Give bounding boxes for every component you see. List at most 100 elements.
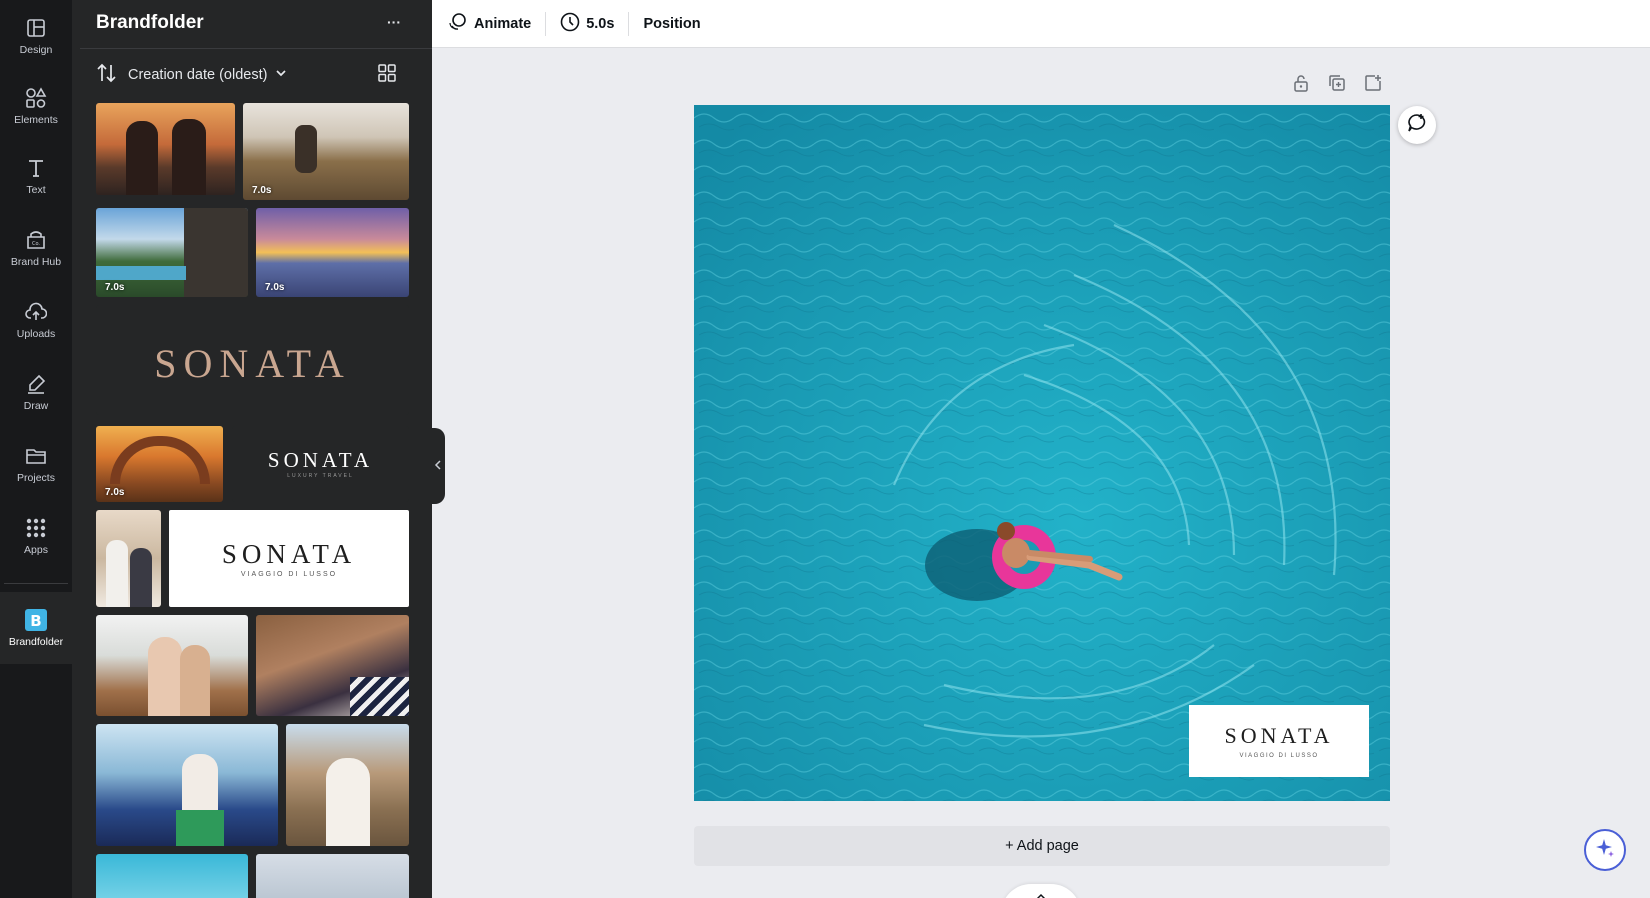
duration-badge: 7.0s: [252, 185, 272, 196]
page-tools: [1290, 74, 1384, 96]
position-button[interactable]: Position: [629, 8, 714, 40]
sort-icon: [96, 62, 118, 89]
expand-pages-button[interactable]: [1001, 884, 1081, 898]
duration-label: 5.0s: [586, 15, 615, 32]
left-rail: Design Elements Text Co. Brand Hub Uploa…: [0, 0, 72, 898]
collapse-panel-button[interactable]: [430, 428, 445, 504]
sort-dropdown[interactable]: Creation date (oldest): [96, 60, 287, 90]
brandfolder-panel: Brandfolder ··· Creation date (oldest) 7…: [72, 0, 432, 898]
folder-icon: [24, 444, 48, 468]
video-thumbnail-runner[interactable]: 7.0s: [243, 103, 409, 200]
sort-label: Creation date (oldest): [128, 67, 268, 83]
rail-item-brand-hub[interactable]: Co. Brand Hub: [0, 214, 72, 282]
uploads-icon: [24, 300, 48, 324]
position-label: Position: [643, 15, 701, 32]
rail-label: Design: [19, 44, 53, 56]
logo-text: SONATA: [267, 448, 374, 472]
woman: [326, 758, 370, 846]
more-icon: ···: [387, 14, 401, 30]
rail-item-uploads[interactable]: Uploads: [0, 286, 72, 354]
silhouette: [172, 119, 206, 195]
svg-text:Co.: Co.: [32, 241, 40, 247]
thumbnail-women-laughing[interactable]: [96, 615, 248, 716]
video-thumbnail-beach-sunset[interactable]: 7.0s: [256, 208, 409, 297]
rail-divider: [4, 583, 68, 584]
chevron-down-icon: [275, 66, 287, 84]
runner-legs: [295, 125, 317, 173]
rail-item-brandfolder[interactable]: B Brandfolder: [0, 592, 72, 664]
green-skirt: [176, 810, 224, 846]
rail-item-projects[interactable]: Projects: [0, 430, 72, 498]
brand-hub-icon: Co.: [24, 228, 48, 252]
duration-badge: 7.0s: [265, 282, 285, 293]
thumbnail-pool-couple[interactable]: [96, 854, 248, 898]
pool-photo: [694, 105, 1390, 801]
rock-arch: [110, 436, 210, 484]
duplicate-page-button[interactable]: [1326, 74, 1348, 96]
thumbnail-florence-view[interactable]: [286, 724, 409, 846]
panel-divider: [80, 48, 432, 49]
lock-page-button[interactable]: [1290, 74, 1312, 96]
person: [148, 637, 182, 716]
magic-assistant-button[interactable]: [1584, 829, 1626, 871]
rail-item-apps[interactable]: Apps: [0, 502, 72, 570]
animate-icon: [448, 12, 474, 36]
video-thumbnail-arch[interactable]: 7.0s: [96, 426, 223, 502]
logo-sonata-gold[interactable]: SONATA: [96, 305, 409, 415]
apps-icon: [24, 516, 48, 540]
rail-item-draw[interactable]: Draw: [0, 358, 72, 426]
chevron-left-icon: [434, 457, 442, 475]
logo-subtitle: LUXURY TRAVEL: [287, 473, 354, 479]
rail-item-text[interactable]: Text: [0, 142, 72, 210]
rail-label: Uploads: [16, 328, 56, 340]
rail-label: Apps: [24, 544, 48, 556]
rail-item-design[interactable]: Design: [0, 2, 72, 70]
rail-label: Projects: [17, 472, 55, 484]
clock-icon: [560, 12, 586, 36]
canvas-logo-box[interactable]: SONATA VIAGGIO DI LUSSO: [1189, 705, 1369, 777]
elements-icon: [24, 86, 48, 110]
text-icon: [24, 156, 48, 180]
brandfolder-icon: B: [24, 608, 48, 632]
striped-shirt: [350, 677, 409, 716]
add-page-button[interactable]: + Add page: [694, 826, 1390, 866]
thumbnail-couple-child[interactable]: [96, 510, 161, 607]
person: [130, 548, 152, 607]
chevron-up-icon: [1036, 887, 1046, 898]
rail-label: Brandfolder: [8, 636, 64, 648]
duplicate-icon: [1328, 74, 1346, 97]
duration-badge: 7.0s: [105, 282, 125, 293]
logo-sonata-white[interactable]: SONATA VIAGGIO DI LUSSO: [169, 510, 409, 607]
building: [184, 208, 248, 297]
rail-item-elements[interactable]: Elements: [0, 72, 72, 140]
grid-icon: [378, 63, 396, 87]
canvas-logo-subtitle: VIAGGIO DI LUSSO: [1239, 753, 1319, 759]
rail-label: Text: [26, 184, 46, 196]
video-thumbnail-resort-pool[interactable]: 7.0s: [96, 208, 248, 297]
logo-text: SONATA: [154, 341, 351, 386]
rail-label: Draw: [23, 400, 49, 412]
panel-title: Brandfolder: [96, 12, 204, 33]
logo-sonata-luxury-travel[interactable]: SONATA LUXURY TRAVEL: [232, 426, 409, 502]
animate-button[interactable]: Animate: [434, 8, 545, 40]
canvas-logo-text: SONATA: [1224, 723, 1334, 748]
person: [106, 540, 128, 607]
thumbnail-city-couple[interactable]: [256, 854, 409, 898]
more-options-button[interactable]: ···: [380, 8, 408, 36]
person: [180, 645, 210, 716]
add-comment-button[interactable]: [1398, 106, 1436, 144]
add-page-icon: [1364, 74, 1382, 97]
thumbnail-couple-relaxing[interactable]: [256, 615, 409, 716]
grid-view-toggle[interactable]: [372, 60, 402, 90]
pool: [96, 266, 186, 280]
thumbnail-venice-gondola[interactable]: [96, 724, 278, 846]
thumbnail-surfers-sunset[interactable]: [96, 103, 235, 195]
design-canvas-page[interactable]: SONATA VIAGGIO DI LUSSO: [694, 105, 1390, 801]
logo-text: SONATA: [221, 539, 357, 569]
lock-icon: [1292, 74, 1310, 97]
editor-toolbar: Animate 5.0s Position: [432, 0, 1650, 48]
add-page-icon-button[interactable]: [1362, 74, 1384, 96]
silhouette: [126, 121, 158, 195]
duration-badge: 7.0s: [105, 487, 125, 498]
duration-button[interactable]: 5.0s: [546, 8, 628, 40]
